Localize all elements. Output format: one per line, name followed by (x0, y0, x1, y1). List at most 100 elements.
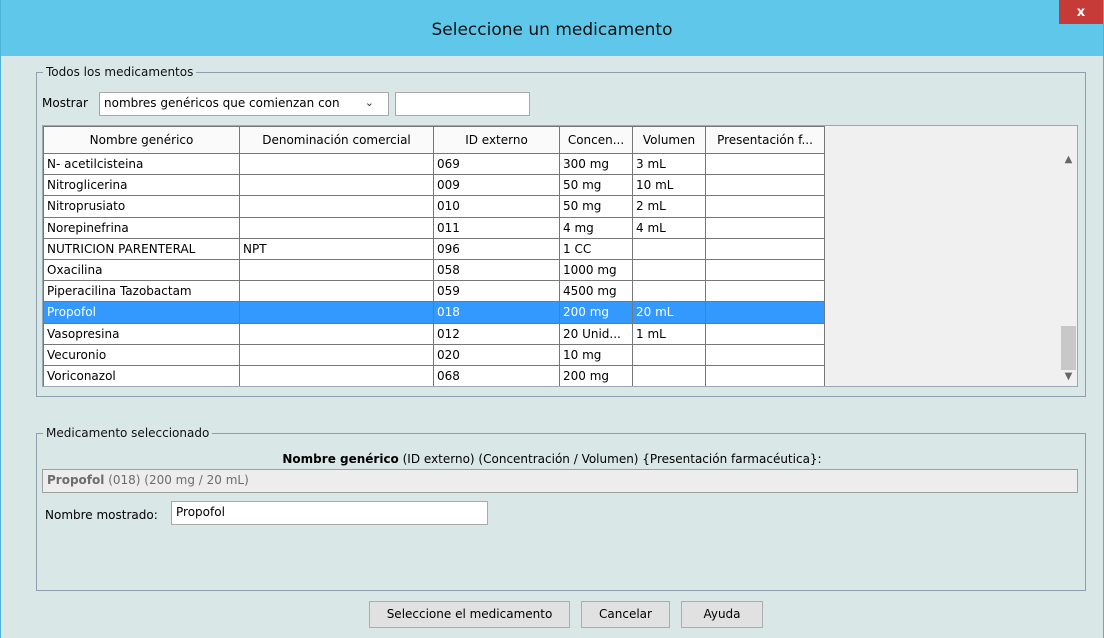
help-button[interactable]: Ayuda (681, 601, 763, 628)
table-cell: Piperacilina Tazobactam (43, 280, 240, 303)
summary-name: Propofol (47, 473, 105, 487)
table-cell: 10 mL (632, 174, 706, 197)
table-cell (705, 174, 825, 197)
table-cell: Propofol (43, 301, 240, 324)
column-header[interactable]: ID externo (433, 126, 560, 154)
scroll-thumb[interactable] (1061, 326, 1076, 370)
table-cell: Nitroglicerina (43, 174, 240, 197)
title-bar[interactable]: Seleccione un medicamento x (1, 0, 1103, 56)
column-header[interactable]: Denominación comercial (239, 126, 434, 154)
table-cell (705, 280, 825, 303)
table-row[interactable]: NUTRICION PARENTERAL NPT 096 1 CC (43, 237, 825, 260)
table-cell: 200 mg (559, 364, 633, 386)
table-cell: Vecuronio (43, 343, 240, 366)
table-row[interactable]: Vecuronio 020 10 mg (43, 343, 825, 366)
scroll-down-icon[interactable]: ▼ (1059, 367, 1077, 386)
table-cell: 2 mL (632, 195, 706, 218)
display-name-input[interactable]: Propofol (171, 501, 488, 525)
filter-mode-value: nombres genéricos que comienzan con (104, 96, 340, 110)
column-header[interactable]: Presentación f... (705, 126, 825, 154)
table-cell: 50 mg (559, 195, 633, 218)
select-medication-button[interactable]: Seleccione el medicamento (369, 601, 570, 628)
table-cell (705, 343, 825, 366)
table-row[interactable]: Propofol 018 200 mg 20 mL (43, 301, 825, 324)
table-cell (705, 364, 825, 386)
format-bold-part: Nombre genérico (282, 452, 399, 466)
table-cell (632, 343, 706, 366)
table-row[interactable]: Norepinefrina 011 4 mg 4 mL (43, 216, 825, 239)
table-cell: Oxacilina (43, 258, 240, 282)
cancel-button[interactable]: Cancelar (581, 601, 670, 628)
selected-summary-field: Propofol (018) (200 mg / 20 mL) (42, 469, 1078, 493)
table-cell (705, 152, 825, 176)
table-cell: 018 (433, 301, 560, 324)
filter-text-input[interactable] (395, 92, 530, 116)
table-row[interactable]: Nitroprusiato 010 50 mg 2 mL (43, 195, 825, 218)
table-cell: 096 (433, 237, 560, 260)
table-cell (705, 258, 825, 282)
table-row[interactable]: Oxacilina 058 1000 mg (43, 258, 825, 282)
table-cell: 50 mg (559, 174, 633, 197)
table-cell: 4500 mg (559, 280, 633, 303)
table-cell: 058 (433, 258, 560, 282)
table-cell (705, 216, 825, 239)
table-cell: Nitroprusiato (43, 195, 240, 218)
table-cell: 200 mg (559, 301, 633, 324)
table-cell: 3 mL (632, 152, 706, 176)
table-scrollbar[interactable]: ▲ ▼ (1059, 150, 1077, 386)
table-cell (239, 322, 434, 345)
filter-mode-select[interactable]: nombres genéricos que comienzan con ⌄ (99, 92, 389, 116)
table-cell: Vasopresina (43, 322, 240, 345)
table-row[interactable]: Vasopresina 012 20 Unid... 1 mL (43, 322, 825, 345)
table-cell: 059 (433, 280, 560, 303)
table-cell (705, 301, 825, 324)
medications-table: Nombre genérico Denominación comercial I… (42, 125, 1078, 387)
display-name-label: Nombre mostrado: (45, 508, 158, 522)
display-format-label: Nombre genérico (ID externo) (Concentrac… (1, 452, 1103, 466)
table-cell: 068 (433, 364, 560, 386)
dialog-title: Seleccione un medicamento (431, 20, 673, 40)
table-cell: 1 mL (632, 322, 706, 345)
table-cell: 012 (433, 322, 560, 345)
table-cell (239, 216, 434, 239)
table-cell: 4 mg (559, 216, 633, 239)
table-row[interactable]: Piperacilina Tazobactam 059 4500 mg (43, 280, 825, 303)
table-cell (705, 322, 825, 345)
all-medications-legend: Todos los medicamentos (43, 64, 197, 80)
column-header[interactable]: Volumen (632, 126, 706, 154)
table-cell (632, 258, 706, 282)
table-cell: 1000 mg (559, 258, 633, 282)
table-cell: Voriconazol (43, 364, 240, 386)
table-cell (705, 195, 825, 218)
chevron-down-icon: ⌄ (364, 96, 374, 109)
table-cell: 20 mL (632, 301, 706, 324)
table-cell: 20 Unid... (559, 322, 633, 345)
scroll-up-icon[interactable]: ▲ (1059, 150, 1077, 169)
table-cell (632, 280, 706, 303)
table-cell (632, 237, 706, 260)
table-cell (239, 364, 434, 386)
table-cell (239, 343, 434, 366)
column-header[interactable]: Nombre genérico (43, 126, 240, 154)
close-button[interactable]: x (1059, 0, 1103, 24)
table-cell (632, 364, 706, 386)
table-cell: NPT (239, 237, 434, 260)
table-row[interactable]: N- acetilcisteina 069 300 mg 3 mL (43, 152, 825, 176)
table-cell (705, 237, 825, 260)
table-row[interactable]: Nitroglicerina 009 50 mg 10 mL (43, 174, 825, 197)
table-cell (239, 152, 434, 176)
table-cell (239, 280, 434, 303)
table-cell: 300 mg (559, 152, 633, 176)
table-row[interactable]: Voriconazol 068 200 mg (43, 364, 825, 386)
table-cell: NUTRICION PARENTERAL (43, 237, 240, 260)
column-header[interactable]: Concen... (559, 126, 633, 154)
table-cell: Norepinefrina (43, 216, 240, 239)
table-cell: 020 (433, 343, 560, 366)
table-cell: 4 mL (632, 216, 706, 239)
table-cell: 069 (433, 152, 560, 176)
table-cell: 009 (433, 174, 560, 197)
medications-grid: Nombre genérico Denominación comercial I… (43, 126, 825, 386)
table-cell: 10 mg (559, 343, 633, 366)
table-cell (239, 258, 434, 282)
table-cell: 1 CC (559, 237, 633, 260)
